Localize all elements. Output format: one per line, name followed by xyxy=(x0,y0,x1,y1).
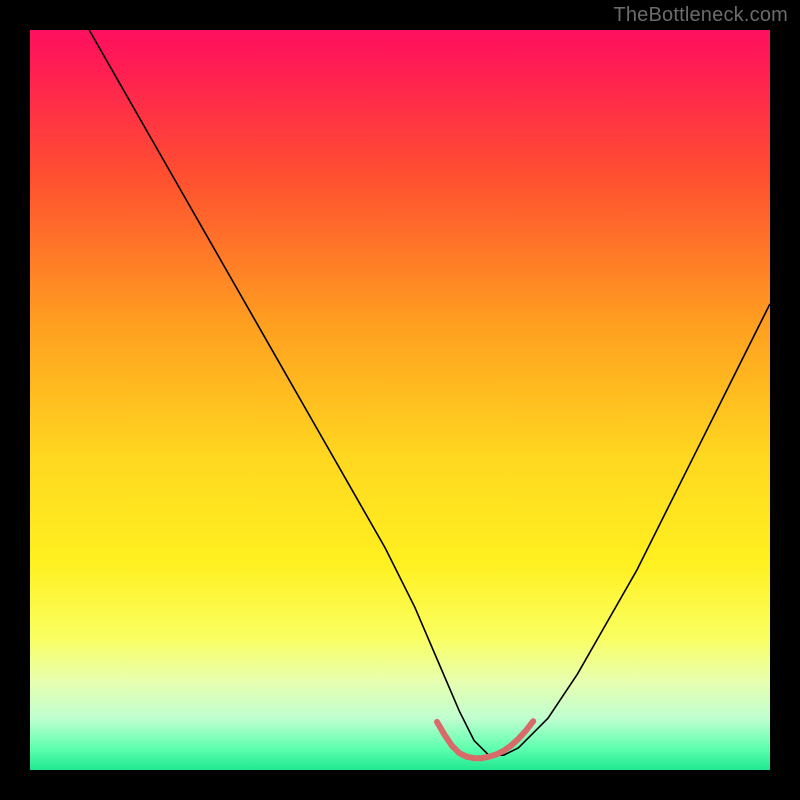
bottleneck-chart xyxy=(0,0,800,800)
plot-background xyxy=(30,30,770,770)
chart-frame: TheBottleneck.com xyxy=(0,0,800,800)
watermark-text: TheBottleneck.com xyxy=(613,4,788,27)
